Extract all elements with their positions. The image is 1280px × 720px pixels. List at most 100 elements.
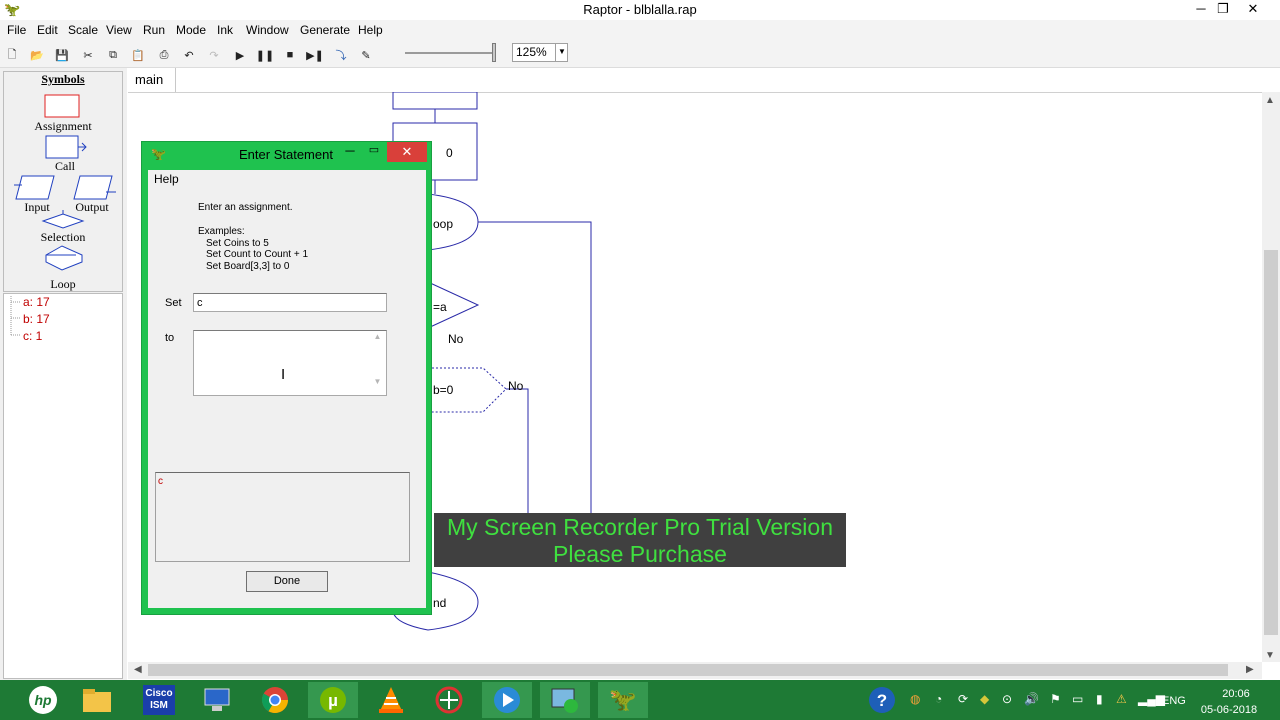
recorder-icon[interactable] (540, 682, 590, 718)
menu-scale[interactable]: Scale (68, 23, 98, 37)
vertical-scroll-thumb[interactable] (1264, 250, 1278, 635)
copy-icon[interactable]: ⧉ (103, 45, 123, 65)
help-icon[interactable]: ? (868, 686, 896, 717)
raptor-logo-icon: 🦖 (151, 147, 166, 161)
tab-main[interactable]: main (128, 68, 176, 92)
symbol-output[interactable]: Output (68, 200, 116, 215)
horizontal-scroll-thumb[interactable] (148, 664, 1228, 676)
save-icon[interactable]: 💾 (52, 45, 72, 65)
flowchart-cond2-label: b=0 (433, 383, 454, 397)
symbol-assignment[interactable]: Assignment (28, 119, 98, 134)
pen-icon[interactable]: ✎ (356, 45, 376, 65)
suggestion-list[interactable] (155, 472, 410, 562)
battery-tray-icon[interactable]: ▮ (1096, 692, 1103, 706)
cut-icon[interactable]: ✂ (78, 45, 98, 65)
flowchart-loop-label: oop (433, 217, 454, 231)
step-into-icon[interactable]: ⤵ (331, 45, 351, 65)
done-button[interactable]: Done (246, 571, 328, 592)
volume-tray-icon[interactable]: 🔊 (1024, 692, 1039, 706)
suggestion-item[interactable]: c (158, 476, 163, 487)
symbol-loop[interactable]: Loop (28, 277, 98, 292)
symbol-call[interactable]: Call (30, 159, 100, 174)
flowchart-end-label: nd (433, 596, 447, 610)
symbol-selection[interactable]: Selection (28, 230, 98, 245)
menu-edit[interactable]: Edit (37, 23, 58, 37)
menu-help[interactable]: Help (358, 23, 383, 37)
scroll-right-icon[interactable]: ▶ (1246, 664, 1254, 675)
drive-tray-icon[interactable]: ◆ (980, 692, 989, 706)
speed-slider-thumb[interactable] (492, 43, 496, 62)
new-icon[interactable]: 🗋 (2, 45, 22, 65)
examples-title: Examples: (198, 226, 245, 237)
window-title: Raptor - blblalla.rap (583, 2, 697, 17)
dialog-minimize-button[interactable]: ─ (342, 143, 358, 158)
undo-icon[interactable]: ↶ (179, 45, 199, 65)
firefox-tray-icon[interactable]: ◍ (910, 692, 920, 706)
step-icon[interactable]: ▶❚ (305, 45, 325, 65)
wifi-tray-icon[interactable]: ▂▄▆ (1138, 692, 1165, 706)
dialog-maximize-button[interactable]: ▭ (366, 143, 382, 156)
network-icon[interactable] (192, 682, 242, 718)
flag-tray-icon[interactable]: ⚑ (1050, 692, 1061, 706)
symbol-input[interactable]: Input (17, 200, 57, 215)
warning-tray-icon[interactable]: ⚠ (1116, 692, 1127, 706)
menu-ink[interactable]: Ink (217, 23, 233, 37)
dialog-menu-help[interactable]: Help (154, 172, 179, 186)
open-icon[interactable]: 📂 (27, 45, 47, 65)
chrome-icon[interactable] (250, 682, 300, 718)
print-icon[interactable]: ⎙ (154, 45, 174, 65)
menu-file[interactable]: File (7, 23, 26, 37)
scroll-up-icon[interactable]: ▲ (1265, 95, 1275, 106)
media-player-icon[interactable] (482, 682, 532, 718)
output-symbol-icon (73, 175, 113, 200)
call-symbol-icon (45, 135, 79, 159)
example-item: Set Count to Count + 1 (206, 249, 309, 260)
play-icon[interactable]: ▶ (230, 45, 250, 65)
stop-icon[interactable]: ■ (280, 45, 300, 65)
close-button[interactable]: ✕ (1238, 0, 1268, 20)
raptor-icon[interactable]: 🦖 (598, 682, 648, 718)
textarea-scrollbar[interactable]: ▲ ▼ (370, 332, 385, 394)
clock-time[interactable]: 20:06 (1212, 688, 1260, 700)
dialog-close-button[interactable]: ✕ (387, 142, 427, 162)
example-item: Set Coins to 5 (206, 237, 269, 249)
menu-run[interactable]: Run (143, 23, 165, 37)
text-cursor-icon: I (281, 366, 286, 383)
variable-item[interactable]: b: 17 (23, 312, 50, 326)
scroll-left-icon[interactable]: ◀ (134, 664, 142, 675)
redo-icon[interactable]: ↷ (204, 45, 224, 65)
menu-mode[interactable]: Mode (176, 23, 206, 37)
restore-button[interactable]: ❐ (1208, 0, 1238, 20)
selection-symbol-icon (41, 213, 85, 229)
clock-date[interactable]: 05-06-2018 (1198, 704, 1260, 716)
menu-view[interactable]: View (106, 23, 132, 37)
watermark-line-1: My Screen Recorder Pro Trial Version (446, 514, 834, 540)
file-explorer-icon[interactable] (72, 682, 122, 718)
display-tray-icon[interactable]: ▭ (1072, 692, 1083, 706)
chevron-down-icon[interactable]: ▼ (555, 43, 568, 62)
raptor-app-icon[interactable] (424, 682, 474, 718)
menu-generate[interactable]: Generate (300, 23, 350, 37)
vlc-icon[interactable] (366, 682, 416, 718)
set-variable-input[interactable] (193, 293, 387, 312)
utorrent-icon[interactable]: µ (308, 682, 358, 718)
language-indicator[interactable]: ENG (1162, 695, 1186, 707)
loop-symbol-icon (45, 245, 83, 271)
shield-tray-icon[interactable]: ◔ (935, 692, 942, 706)
to-expression-input[interactable] (193, 330, 387, 396)
sync-tray-icon[interactable]: ⟳ (958, 692, 968, 706)
dialog-instruction: Enter an assignment. (198, 202, 293, 213)
watermark-banner: My Screen Recorder Pro Trial Version Ple… (434, 513, 846, 567)
menu-window[interactable]: Window (246, 23, 289, 37)
example-item: Set Board[3,3] to 0 (206, 260, 290, 272)
scroll-down-icon[interactable]: ▼ (1265, 650, 1275, 661)
flowchart-cond1-label: =a (433, 300, 447, 314)
cisco-ism-icon[interactable]: Cisco ISM (134, 682, 184, 718)
hp-icon[interactable]: hp (18, 682, 68, 718)
search-tray-icon[interactable]: ⊙ (1002, 692, 1012, 706)
variable-item[interactable]: c: 1 (23, 329, 42, 343)
pause-icon[interactable]: ❚❚ (255, 45, 275, 65)
paste-icon[interactable]: 📋 (128, 45, 148, 65)
symbols-title: Symbols (41, 72, 85, 86)
variable-item[interactable]: a: 17 (23, 295, 50, 309)
